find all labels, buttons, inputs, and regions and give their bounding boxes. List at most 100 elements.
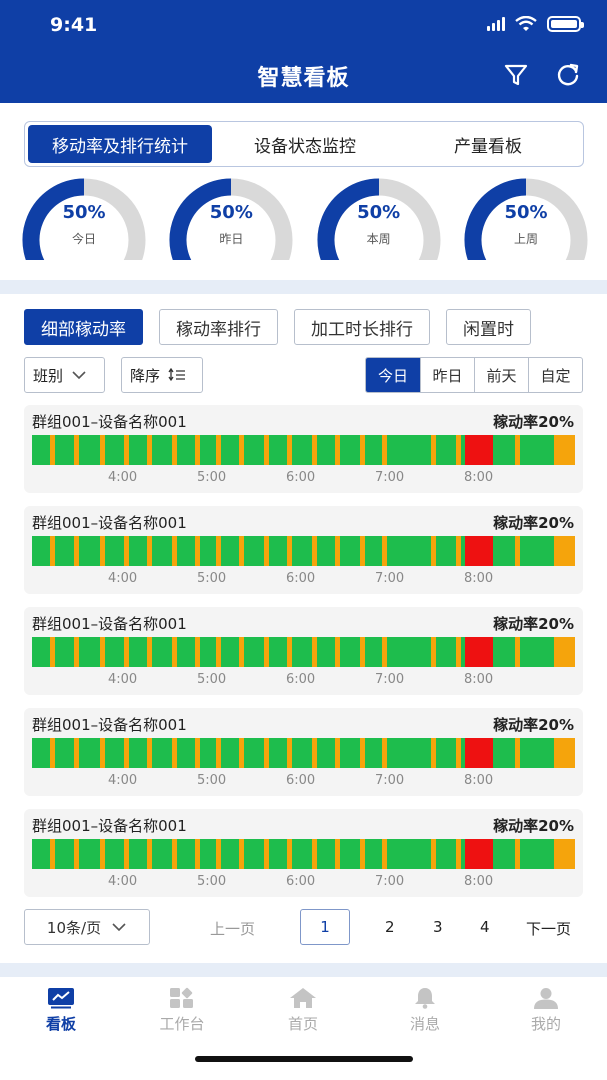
sort-label: 降序 [130, 366, 161, 385]
status-timeline-bar [32, 637, 575, 667]
idle-segment [456, 637, 461, 667]
idle-segment [264, 536, 269, 566]
grid-icon [170, 987, 193, 1008]
gauge-value: 50% [504, 202, 548, 223]
idle-segment [264, 738, 269, 768]
idle-segment [382, 536, 387, 566]
page-size-select[interactable]: 10条/页 [24, 909, 150, 945]
nav-item-profile[interactable]: 我的 [506, 987, 586, 1034]
idle-segment [264, 435, 269, 465]
device-rate: 稼动率20% [493, 413, 574, 431]
device-card[interactable]: 群组001–设备名称001 稼动率20% 4:00 5:00 6:00 7:00… [24, 809, 583, 897]
timeline-tick: 6:00 [286, 672, 316, 687]
idle-segment [287, 536, 292, 566]
prev-page-button[interactable]: 上一页 [210, 918, 255, 939]
alarm-segment [465, 738, 493, 768]
subtab-detail-utilization[interactable]: 细部稼动率 [24, 309, 143, 345]
idle-segment [172, 637, 177, 667]
date-today-button[interactable]: 今日 [366, 358, 420, 392]
timeline-tick: 8:00 [464, 470, 494, 485]
next-page-button[interactable]: 下一页 [526, 918, 571, 939]
idle-segment [195, 435, 200, 465]
idle-segment [216, 839, 221, 869]
idle-segment [335, 536, 340, 566]
page-button[interactable]: 4 [480, 918, 490, 936]
app-header: 9:41 智慧看板 [0, 0, 607, 103]
timeline-tick: 7:00 [375, 470, 405, 485]
idle-segment [456, 738, 461, 768]
nav-label: 工作台 [159, 1015, 205, 1033]
idle-segment [382, 637, 387, 667]
filter-icon[interactable] [503, 62, 529, 88]
idle-segment [312, 536, 317, 566]
nav-item-workbench[interactable]: 工作台 [142, 987, 222, 1034]
idle-segment [100, 536, 105, 566]
timeline-tick: 8:00 [464, 874, 494, 889]
idle-segment [335, 435, 340, 465]
date-yesterday-button[interactable]: 昨日 [420, 358, 474, 392]
idle-segment [50, 738, 55, 768]
idle-segment [382, 738, 387, 768]
device-card[interactable]: 群组001–设备名称001 稼动率20% 4:00 5:00 6:00 7:00… [24, 506, 583, 594]
idle-segment [147, 839, 152, 869]
subtab-utilization-ranking[interactable]: 稼动率排行 [159, 309, 278, 345]
nav-item-messages[interactable]: 消息 [385, 987, 465, 1034]
idle-segment [74, 536, 79, 566]
nav-label: 看板 [45, 1015, 76, 1033]
page-button[interactable]: 3 [433, 918, 443, 936]
gauge-label: 昨日 [219, 232, 244, 246]
refresh-icon[interactable] [555, 62, 581, 88]
date-custom-button[interactable]: 自定 [528, 358, 582, 392]
timeline-tick: 5:00 [197, 571, 227, 586]
shift-select[interactable]: 班别 [24, 357, 105, 393]
idle-segment [100, 839, 105, 869]
timeline-tick: 7:00 [375, 571, 405, 586]
idle-segment [515, 435, 520, 465]
timeline-tick: 7:00 [375, 773, 405, 788]
device-card[interactable]: 群组001–设备名称001 稼动率20% 4:00 5:00 6:00 7:00… [24, 708, 583, 796]
current-page-button[interactable]: 1 [300, 909, 350, 945]
idle-segment [239, 839, 244, 869]
tab-device-status[interactable]: 设备状态监控 [212, 125, 398, 163]
battery-icon [547, 16, 584, 32]
page-size-label: 10条/页 [46, 918, 102, 937]
idle-segment [431, 435, 436, 465]
idle-segment [50, 839, 55, 869]
idle-segment [515, 738, 520, 768]
idle-segment [431, 839, 436, 869]
idle-segment [335, 738, 340, 768]
device-rate: 稼动率20% [493, 817, 574, 835]
idle-segment [239, 738, 244, 768]
date-day-before-button[interactable]: 前天 [474, 358, 528, 392]
page-button[interactable]: 2 [385, 918, 395, 936]
device-card[interactable]: 群组001–设备名称001 稼动率20% 4:00 5:00 6:00 7:00… [24, 405, 583, 493]
gauge-yesterday: 50% 昨日 [169, 178, 293, 260]
timeline-tick: 7:00 [375, 672, 405, 687]
idle-segment [360, 738, 365, 768]
idle-segment [335, 839, 340, 869]
timeline-tick: 6:00 [286, 470, 316, 485]
idle-segment [264, 637, 269, 667]
subtab-idle-time[interactable]: 闲置时 [446, 309, 531, 345]
status-timeline-bar [32, 738, 575, 768]
idle-segment [124, 435, 129, 465]
timeline-tick: 6:00 [286, 773, 316, 788]
subtab-processing-time-ranking[interactable]: 加工时长排行 [294, 309, 430, 345]
sort-toggle[interactable]: 降序 [121, 357, 203, 393]
timeline-tick: 5:00 [197, 672, 227, 687]
idle-segment [431, 637, 436, 667]
alarm-segment [465, 637, 493, 667]
bell-icon [415, 988, 435, 1009]
nav-item-home[interactable]: 首页 [263, 987, 343, 1034]
idle-segment [216, 536, 221, 566]
tab-utilization-ranking[interactable]: 移动率及排行统计 [28, 125, 212, 163]
idle-segment [147, 536, 152, 566]
nav-item-dashboard[interactable]: 看板 [21, 987, 101, 1034]
idle-segment [100, 738, 105, 768]
tab-output-board[interactable]: 产量看板 [398, 125, 578, 163]
timeline-tick: 8:00 [464, 672, 494, 687]
idle-segment [124, 637, 129, 667]
device-card[interactable]: 群组001–设备名称001 稼动率20% 4:00 5:00 6:00 7:00… [24, 607, 583, 695]
idle-segment [554, 435, 575, 465]
timeline-tick: 4:00 [108, 874, 138, 889]
